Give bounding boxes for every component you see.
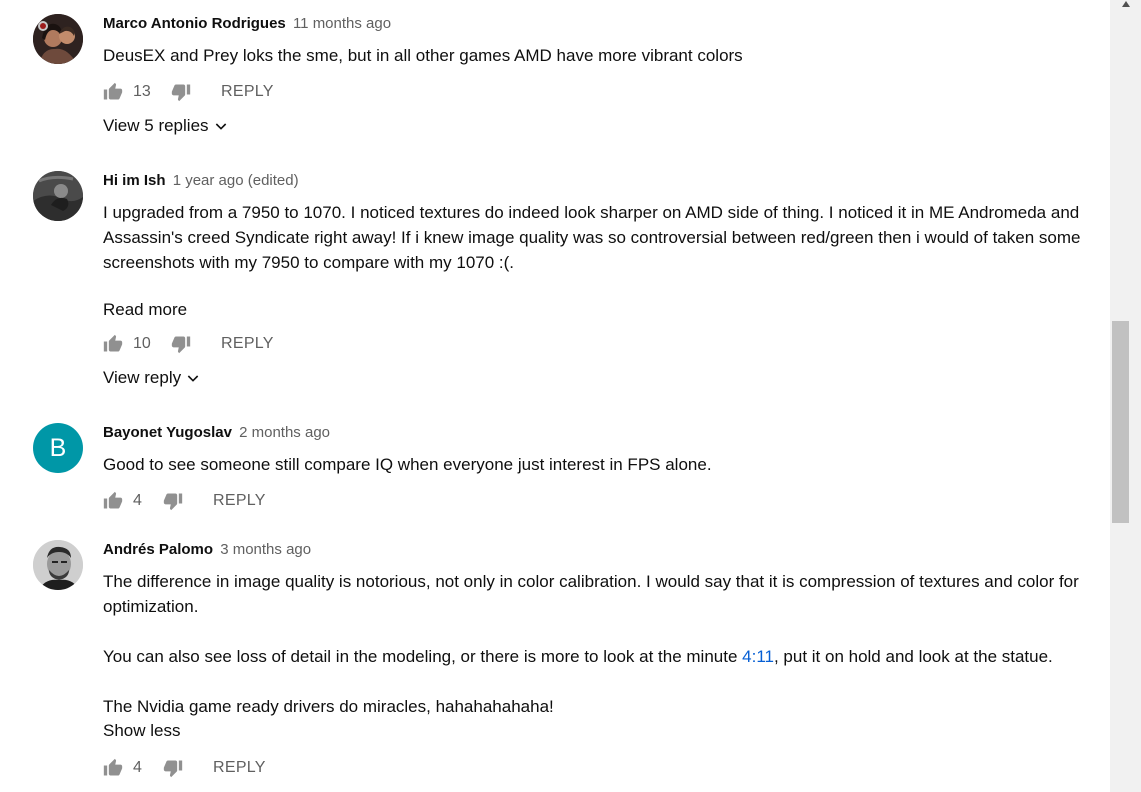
comment-body: Bayonet Yugoslav 2 months ago Good to se… bbox=[103, 423, 1103, 513]
avatar[interactable] bbox=[33, 540, 83, 590]
scroll-up-arrow-icon[interactable] bbox=[1110, 0, 1141, 14]
comment-actions: 4 REPLY bbox=[103, 489, 1103, 513]
comment-text: DeusEX and Prey loks the sme, but in all… bbox=[103, 46, 743, 65]
comment-actions: 4 REPLY bbox=[103, 756, 1103, 780]
read-more-button[interactable]: Read more bbox=[103, 298, 1103, 322]
reply-button[interactable]: REPLY bbox=[221, 83, 274, 101]
comment-paragraph: The Nvidia game ready drivers do miracle… bbox=[103, 697, 554, 716]
comment-header: Marco Antonio Rodrigues 11 months ago bbox=[103, 14, 1103, 34]
comment-actions: 13 REPLY bbox=[103, 80, 1103, 104]
comment-body: Andrés Palomo 3 months ago The differenc… bbox=[103, 540, 1103, 780]
comment-author[interactable]: Andrés Palomo bbox=[103, 541, 213, 558]
comment-author[interactable]: Marco Antonio Rodrigues bbox=[103, 15, 286, 32]
thumbs-up-icon[interactable] bbox=[103, 82, 123, 102]
thumbs-down-icon[interactable] bbox=[171, 82, 191, 102]
comment-paragraph: You can also see loss of detail in the m… bbox=[103, 647, 743, 666]
comment-header: Hi im Ish 1 year ago (edited) bbox=[103, 171, 1103, 191]
avatar-letter: B bbox=[49, 433, 67, 462]
view-replies-label: View 5 replies bbox=[103, 116, 209, 135]
comment-author[interactable]: Bayonet Yugoslav bbox=[103, 424, 232, 441]
thumbs-down-icon[interactable] bbox=[163, 758, 183, 778]
comment-paragraph: , put it on hold and look at the statue. bbox=[773, 647, 1053, 666]
comment-header: Andrés Palomo 3 months ago bbox=[103, 540, 1103, 560]
avatar-photo bbox=[33, 14, 83, 64]
scrollbar-thumb[interactable] bbox=[1112, 321, 1129, 523]
thumbs-down-icon[interactable] bbox=[163, 491, 183, 511]
comment-body: Hi im Ish 1 year ago (edited) I upgraded… bbox=[103, 171, 1103, 390]
comment-time[interactable]: 1 year ago (edited) bbox=[173, 172, 299, 189]
like-count: 4 bbox=[133, 759, 142, 776]
comment-actions: 10 REPLY bbox=[103, 332, 1103, 356]
reply-button[interactable]: REPLY bbox=[213, 759, 266, 777]
chevron-down-icon bbox=[213, 118, 229, 134]
thumbs-up-icon[interactable] bbox=[103, 491, 123, 511]
avatar-photo bbox=[33, 171, 83, 221]
view-replies-label: View reply bbox=[103, 368, 182, 387]
show-less-button[interactable]: Show less bbox=[103, 719, 1103, 743]
timestamp-link[interactable]: 4:11 bbox=[742, 647, 774, 666]
scrollbar[interactable] bbox=[1110, 0, 1141, 792]
thumbs-up-icon[interactable] bbox=[103, 334, 123, 354]
like-count: 4 bbox=[133, 492, 142, 509]
chevron-down-icon bbox=[185, 370, 201, 386]
comment-time[interactable]: 3 months ago bbox=[220, 541, 311, 558]
comment-time[interactable]: 11 months ago bbox=[293, 15, 391, 32]
view-replies-button[interactable]: View 5 replies bbox=[103, 114, 1103, 138]
view-replies-button[interactable]: View reply bbox=[103, 366, 1103, 390]
reply-button[interactable]: REPLY bbox=[221, 335, 274, 353]
reply-button[interactable]: REPLY bbox=[213, 492, 266, 510]
comment-body: Marco Antonio Rodrigues 11 months ago De… bbox=[103, 14, 1103, 138]
comment-text: Good to see someone still compare IQ whe… bbox=[103, 455, 712, 474]
avatar[interactable]: B bbox=[33, 423, 83, 473]
avatar[interactable] bbox=[33, 14, 83, 64]
like-count: 10 bbox=[133, 335, 151, 352]
comment-text: The difference in image quality is notor… bbox=[103, 569, 1103, 719]
thumbs-up-icon[interactable] bbox=[103, 758, 123, 778]
thumbs-down-icon[interactable] bbox=[171, 334, 191, 354]
comment-time[interactable]: 2 months ago bbox=[239, 424, 330, 441]
comment-paragraph: The difference in image quality is notor… bbox=[103, 572, 1084, 616]
comment-text: I upgraded from a 7950 to 1070. I notice… bbox=[103, 203, 1086, 272]
comment-header: Bayonet Yugoslav 2 months ago bbox=[103, 423, 1103, 443]
comment-author[interactable]: Hi im Ish bbox=[103, 172, 166, 189]
like-count: 13 bbox=[133, 83, 151, 100]
avatar-photo bbox=[33, 540, 83, 590]
avatar[interactable] bbox=[33, 171, 83, 221]
